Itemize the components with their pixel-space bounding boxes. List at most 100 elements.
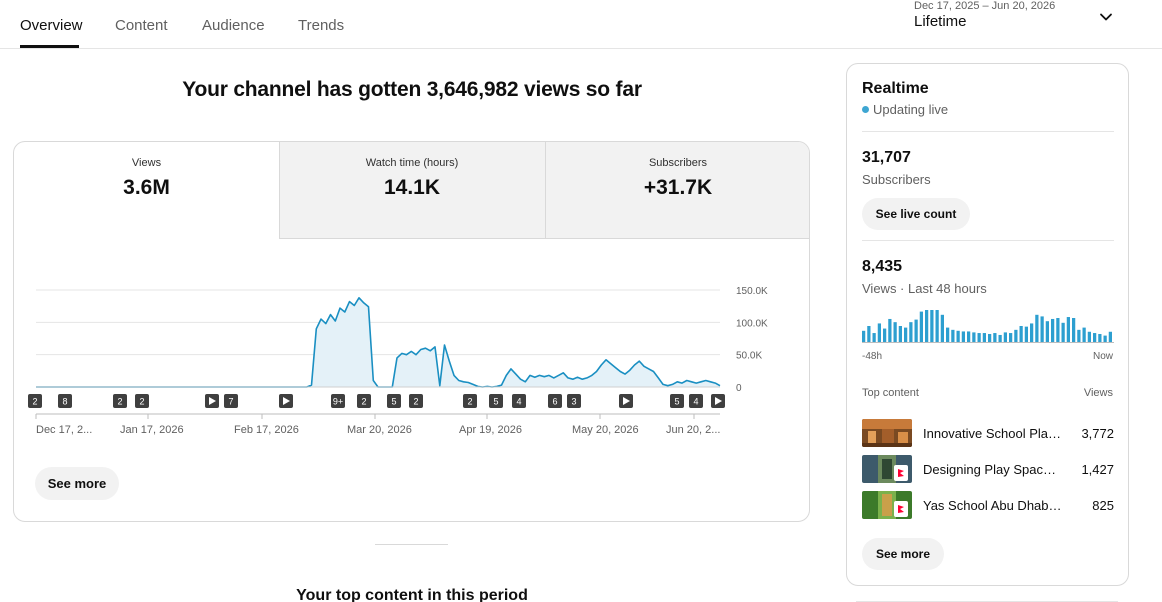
realtime-bar[interactable] [1040, 316, 1044, 342]
realtime-bar[interactable] [988, 334, 992, 342]
x-tick-label: Jun 20, 2... [666, 424, 720, 436]
event-marker[interactable]: 7 [224, 394, 238, 408]
event-marker[interactable]: 2 [135, 394, 149, 408]
realtime-bar[interactable] [872, 333, 876, 342]
realtime-bar[interactable] [893, 322, 897, 342]
realtime-bar[interactable] [1087, 331, 1091, 342]
top-content-item[interactable]: Yas School Abu Dhabi | ... 825 [862, 491, 1114, 519]
video-title: Innovative School Play... [923, 426, 1063, 441]
event-marker[interactable]: 9+ [331, 394, 345, 408]
video-marker-icon[interactable] [619, 394, 633, 408]
realtime-see-more-button[interactable]: See more [862, 538, 944, 570]
realtime-bar[interactable] [862, 330, 866, 342]
event-marker[interactable]: 2 [113, 394, 127, 408]
realtime-bar[interactable] [888, 318, 892, 342]
realtime-views-bar-chart[interactable] [862, 308, 1114, 344]
realtime-bar[interactable] [1035, 314, 1039, 342]
realtime-bar[interactable] [935, 310, 939, 342]
realtime-title: Realtime [862, 80, 929, 97]
realtime-bar[interactable] [946, 327, 950, 342]
realtime-bar[interactable] [1066, 317, 1070, 342]
event-marker[interactable]: 5 [387, 394, 401, 408]
metric-tab-subscribers[interactable]: Subscribers +31.7K [545, 142, 809, 239]
axis-end-label: Now [1092, 351, 1113, 362]
realtime-bar[interactable] [1108, 331, 1112, 342]
realtime-bar[interactable] [1024, 326, 1028, 342]
metric-label: Subscribers [648, 157, 708, 169]
event-marker[interactable]: 2 [463, 394, 477, 408]
event-marker[interactable]: 3 [567, 394, 581, 408]
realtime-bar[interactable] [1051, 318, 1055, 342]
realtime-bar[interactable] [1093, 333, 1097, 342]
realtime-bar[interactable] [967, 331, 971, 342]
realtime-bar[interactable] [1045, 321, 1049, 342]
realtime-bar[interactable] [919, 311, 923, 342]
svg-text:7: 7 [228, 397, 233, 407]
realtime-bar[interactable] [877, 323, 881, 342]
realtime-bar[interactable] [930, 310, 934, 342]
realtime-bar[interactable] [1082, 327, 1086, 342]
realtime-bar[interactable] [1061, 322, 1065, 342]
realtime-bar[interactable] [977, 333, 981, 342]
video-thumbnail [862, 419, 912, 447]
realtime-bar[interactable] [883, 328, 887, 342]
top-content-item[interactable]: Designing Play Spaces... 1,427 [862, 455, 1114, 483]
realtime-bar[interactable] [909, 322, 913, 342]
realtime-bar[interactable] [867, 326, 871, 342]
svg-text:5: 5 [493, 397, 498, 407]
tab-content[interactable]: Content [115, 17, 168, 34]
event-marker[interactable]: 4 [689, 394, 703, 408]
realtime-bar[interactable] [904, 327, 908, 342]
realtime-bar[interactable] [972, 332, 976, 342]
x-tick-label: Jan 17, 2026 [120, 424, 184, 436]
date-range-text[interactable]: Dec 17, 2025 – Jun 20, 2026 [914, 0, 1055, 12]
video-marker-icon[interactable] [205, 394, 219, 408]
views-area-chart[interactable]: 150.0K 100.0K 50.0K 0 2 8 2 2 7 9+ 2 5 2 2 5 4 6 3 5 4 Dec 1… [14, 239, 810, 479]
realtime-bar[interactable] [951, 329, 955, 342]
event-marker[interactable]: 4 [512, 394, 526, 408]
metric-tab-watch-time[interactable]: Watch time (hours) 14.1K [279, 142, 545, 239]
event-marker[interactable]: 5 [670, 394, 684, 408]
realtime-bar[interactable] [998, 334, 1002, 342]
event-marker[interactable]: 2 [357, 394, 371, 408]
realtime-bar[interactable] [925, 310, 929, 342]
event-marker[interactable]: 2 [28, 394, 42, 408]
realtime-bar[interactable] [1072, 318, 1076, 342]
realtime-bar[interactable] [993, 333, 997, 342]
x-tick-label: Feb 17, 2026 [234, 424, 299, 436]
realtime-bar[interactable] [1003, 332, 1007, 342]
event-marker[interactable]: 2 [409, 394, 423, 408]
realtime-bar[interactable] [1056, 318, 1060, 342]
realtime-bar[interactable] [982, 333, 986, 342]
svg-text:2: 2 [117, 397, 122, 407]
top-content-item[interactable]: Innovative School Play... 3,772 [862, 419, 1114, 447]
date-filter-label[interactable]: Lifetime [914, 13, 967, 30]
realtime-bar[interactable] [1030, 323, 1034, 342]
see-live-count-button[interactable]: See live count [862, 198, 970, 230]
tab-audience[interactable]: Audience [202, 17, 265, 34]
video-marker-icon[interactable] [711, 394, 725, 408]
realtime-bar[interactable] [1009, 333, 1013, 342]
realtime-bar[interactable] [898, 326, 902, 342]
event-marker[interactable]: 8 [58, 394, 72, 408]
realtime-bar[interactable] [1019, 326, 1023, 342]
realtime-bar[interactable] [961, 331, 965, 342]
event-marker[interactable]: 6 [548, 394, 562, 408]
metric-tab-views[interactable]: Views 3.6M [14, 142, 279, 239]
realtime-bar[interactable] [1098, 334, 1102, 342]
realtime-bar[interactable] [1014, 329, 1018, 342]
video-title: Yas School Abu Dhabi | ... [923, 498, 1063, 513]
realtime-bar[interactable] [914, 319, 918, 342]
realtime-bar[interactable] [940, 314, 944, 342]
see-more-button[interactable]: See more [35, 467, 119, 500]
realtime-bar[interactable] [1077, 329, 1081, 342]
realtime-bar[interactable] [1103, 335, 1107, 342]
chevron-down-icon[interactable] [1097, 8, 1115, 26]
event-marker[interactable]: 5 [489, 394, 503, 408]
realtime-bar[interactable] [956, 330, 960, 342]
video-marker-icon[interactable] [279, 394, 293, 408]
tab-overview[interactable]: Overview [20, 17, 83, 34]
short-thumbnail [862, 455, 912, 483]
metric-divider [545, 142, 546, 239]
tab-trends[interactable]: Trends [298, 17, 344, 34]
